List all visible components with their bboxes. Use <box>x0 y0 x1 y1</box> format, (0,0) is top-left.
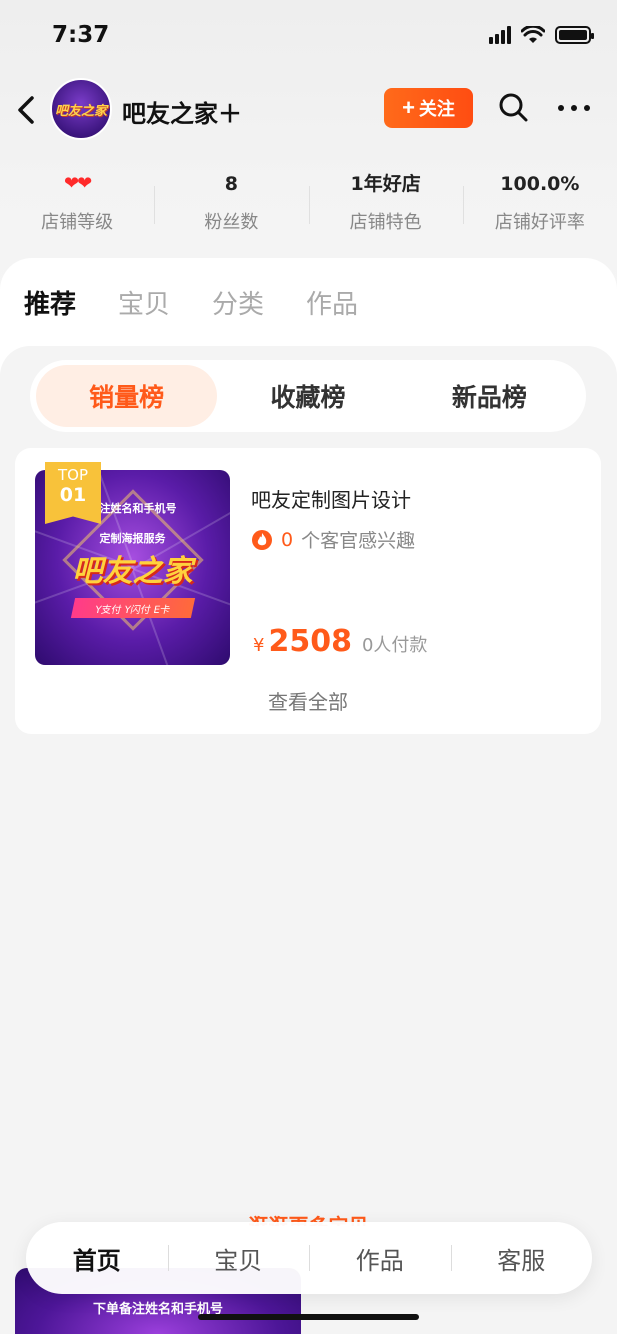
follow-button[interactable]: + 关注 <box>384 88 473 128</box>
paid-count: 0人付款 <box>361 635 428 656</box>
nav-home[interactable]: 首页 <box>26 1241 168 1276</box>
product-price: 2508 <box>268 624 352 659</box>
fire-icon <box>252 529 272 550</box>
bottom-nav: 首页 宝贝 作品 客服 <box>26 1222 592 1294</box>
level-hearts-icon: ❤❤ <box>64 173 92 194</box>
shop-stats: ❤❤ 店铺等级 8 粉丝数 1年好店 店铺特色 100.0% 店铺好评率 <box>0 170 617 240</box>
badge-top: TOP <box>57 466 88 484</box>
nav-items[interactable]: 宝贝 <box>167 1241 310 1276</box>
follow-label: 关注 <box>418 99 455 119</box>
rank-badge: TOP 01 <box>45 462 101 524</box>
tab-category[interactable]: 分类 <box>212 284 264 321</box>
product-title[interactable]: 吧友定制图片设计 <box>251 484 411 513</box>
stat-fans[interactable]: 8 粉丝数 <box>154 170 308 240</box>
interest-row: 0 个客官感兴趣 <box>251 526 415 553</box>
shop-header: 吧友之家 吧友之家＋ + 关注 <box>0 74 617 146</box>
signal-icon <box>489 26 511 44</box>
status-time: 7:37 <box>52 22 110 48</box>
badge-rank: 01 <box>59 484 87 506</box>
rank-new[interactable]: 新品榜 <box>399 365 580 427</box>
search-icon[interactable] <box>496 90 530 124</box>
content-tabs: 推荐 宝贝 分类 作品 <box>24 284 358 321</box>
more-icon[interactable] <box>556 96 592 120</box>
tab-items[interactable]: 宝贝 <box>118 284 170 321</box>
home-indicator <box>198 1314 419 1320</box>
battery-icon <box>555 26 594 44</box>
image-caption: 定制海报服务 <box>99 532 166 545</box>
interest-text: 个客官感兴趣 <box>301 530 416 552</box>
stat-feature[interactable]: 1年好店 店铺特色 <box>308 170 463 240</box>
image-pay-banner: Y支付 Y闪付 E卡 <box>70 598 196 618</box>
interest-count: 0 <box>281 528 294 551</box>
stat-value: 100.0% <box>500 173 580 195</box>
status-bar: 7:37 <box>0 0 617 74</box>
view-all-link[interactable]: 查看全部 <box>15 686 601 715</box>
stat-label: 店铺等级 <box>41 212 114 233</box>
stat-shop-level[interactable]: ❤❤ 店铺等级 <box>0 170 154 240</box>
nav-works[interactable]: 作品 <box>309 1241 451 1276</box>
price-row: ¥ 2508 0人付款 <box>253 624 427 659</box>
shop-name[interactable]: 吧友之家＋ <box>122 94 242 129</box>
back-arrow-icon[interactable] <box>12 92 42 128</box>
plus-icon: + <box>402 95 415 120</box>
stat-rating[interactable]: 100.0% 店铺好评率 <box>462 170 617 240</box>
tab-works[interactable]: 作品 <box>306 284 358 321</box>
status-icons <box>489 26 594 44</box>
stat-label: 店铺特色 <box>349 212 422 233</box>
stat-label: 粉丝数 <box>204 212 259 233</box>
rank-favorites[interactable]: 收藏榜 <box>217 365 398 427</box>
stat-value: 1年好店 <box>350 173 421 195</box>
nav-customer-service[interactable]: 客服 <box>450 1241 593 1276</box>
image-brand: 吧友之家 <box>72 554 193 589</box>
shop-avatar[interactable]: 吧友之家 <box>50 78 112 140</box>
ranking-switch: 销量榜 收藏榜 新品榜 <box>30 360 586 432</box>
avatar-text: 吧友之家 <box>54 103 107 119</box>
stat-value: 8 <box>224 173 238 195</box>
currency-symbol: ¥ <box>253 635 265 656</box>
rank-sales[interactable]: 销量榜 <box>36 365 218 427</box>
stat-label: 店铺好评率 <box>494 212 585 233</box>
wifi-icon <box>521 26 545 43</box>
tab-recommend[interactable]: 推荐 <box>24 284 76 321</box>
product-card[interactable]: 备注姓名和手机号 定制海报服务 吧友之家 Y支付 Y闪付 E卡 TOP 01 吧… <box>15 448 601 734</box>
